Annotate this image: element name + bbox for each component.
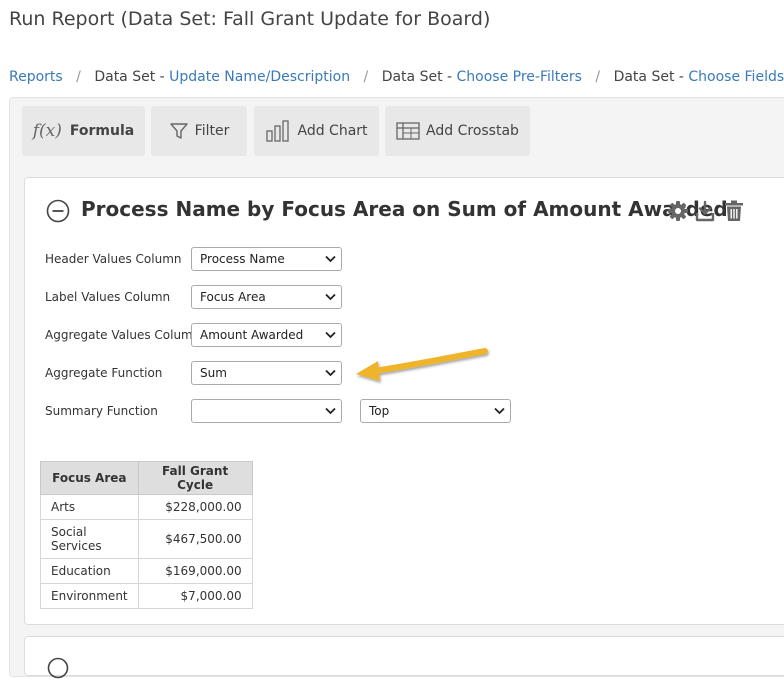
row-label: Environment xyxy=(40,583,139,609)
filter-button[interactable]: Filter xyxy=(151,106,247,156)
chevron-down-icon xyxy=(325,255,336,263)
minus-circle-icon[interactable] xyxy=(46,199,70,223)
arrow-icon xyxy=(356,348,488,381)
label-values-value: Focus Area xyxy=(200,290,266,304)
breadcrumb-update-name-link[interactable]: Update Name/Description xyxy=(169,69,350,85)
formula-button[interactable]: f(x) Formula xyxy=(22,106,145,156)
chevron-down-icon xyxy=(494,407,505,415)
chevron-down-icon xyxy=(325,369,336,377)
breadcrumb-step1-prefix: Data Set - xyxy=(94,69,170,85)
formula-label: Formula xyxy=(69,123,135,139)
chevron-down-icon xyxy=(325,293,336,301)
aggregate-values-select[interactable]: Amount Awarded xyxy=(191,323,342,347)
row-value: $467,500.00 xyxy=(137,519,253,559)
header-values-select[interactable]: Process Name xyxy=(191,247,342,271)
table-row: Environment $7,000.00 xyxy=(40,583,253,609)
row-value: $228,000.00 xyxy=(137,494,253,520)
filter-label: Filter xyxy=(194,123,230,139)
row-label: Arts xyxy=(40,494,139,520)
chevron-down-icon xyxy=(325,331,336,339)
table-header-row: Focus Area Fall Grant Cycle xyxy=(40,461,253,495)
row-label-line: Services xyxy=(51,539,102,553)
formula-icon: f(x) xyxy=(32,121,62,141)
breadcrumb-choose-fields-link[interactable]: Choose Fields xyxy=(688,69,784,85)
trash-icon[interactable] xyxy=(724,200,744,222)
table-row: Arts $228,000.00 xyxy=(40,494,253,520)
add-crosstab-button[interactable]: Add Crosstab xyxy=(385,106,530,156)
summary-position-value: Top xyxy=(369,404,390,418)
crosstab-result-table: Focus Area Fall Grant Cycle Arts $228,00… xyxy=(40,461,253,609)
breadcrumb-step3-prefix: Data Set - xyxy=(613,69,689,85)
label-values-select[interactable]: Focus Area xyxy=(191,285,342,309)
row-label-line: Social xyxy=(51,525,87,539)
crosstab-title: Process Name by Focus Area on Sum of Amo… xyxy=(81,197,728,221)
add-chart-label: Add Chart xyxy=(297,123,368,139)
breadcrumb-pre-filters-link[interactable]: Choose Pre-Filters xyxy=(457,69,582,85)
next-card xyxy=(24,636,784,679)
aggregate-values-label: Aggregate Values Column xyxy=(45,328,201,342)
row-value: $169,000.00 xyxy=(137,558,253,584)
table-row: Education $169,000.00 xyxy=(40,558,253,584)
summary-function-select[interactable] xyxy=(191,399,342,423)
download-icon[interactable] xyxy=(695,200,715,222)
breadcrumb-separator: / xyxy=(595,69,601,85)
add-chart-button[interactable]: Add Chart xyxy=(254,106,379,156)
row-value: $7,000.00 xyxy=(137,583,253,609)
funnel-icon xyxy=(169,123,188,139)
breadcrumb: Reports / Data Set - Update Name/Descrip… xyxy=(9,69,784,85)
label-values-label: Label Values Column xyxy=(45,290,171,304)
table-row: Social Services $467,500.00 xyxy=(40,519,253,559)
aggregate-function-select[interactable]: Sum xyxy=(191,361,342,385)
page-title: Run Report (Data Set: Fall Grant Update … xyxy=(9,8,491,30)
breadcrumb-step2-prefix: Data Set - xyxy=(381,69,457,85)
gear-icon[interactable] xyxy=(667,200,689,222)
aggregate-values-value: Amount Awarded xyxy=(200,328,304,342)
chevron-down-icon xyxy=(325,407,336,415)
breadcrumb-separator: / xyxy=(363,69,369,85)
column-header-line: Fall Grant xyxy=(162,464,229,478)
aggregate-function-label: Aggregate Function xyxy=(45,366,163,380)
summary-function-label: Summary Function xyxy=(45,404,158,418)
row-label: Social Services xyxy=(40,519,139,559)
bar-chart-icon xyxy=(266,120,290,142)
minus-circle-icon[interactable] xyxy=(47,657,69,679)
add-crosstab-label: Add Crosstab xyxy=(426,123,519,139)
summary-position-select[interactable]: Top xyxy=(360,399,511,423)
column-header-process: Fall Grant Cycle xyxy=(137,461,253,495)
table-icon xyxy=(396,122,420,140)
column-header-line: Cycle xyxy=(177,478,214,492)
column-header-focus-area: Focus Area xyxy=(40,461,139,495)
row-label: Education xyxy=(40,558,139,584)
breadcrumb-separator: / xyxy=(76,69,81,85)
breadcrumb-reports-link[interactable]: Reports xyxy=(9,69,63,85)
aggregate-function-value: Sum xyxy=(200,366,227,380)
header-values-label: Header Values Column xyxy=(45,252,182,266)
header-values-value: Process Name xyxy=(200,252,285,266)
